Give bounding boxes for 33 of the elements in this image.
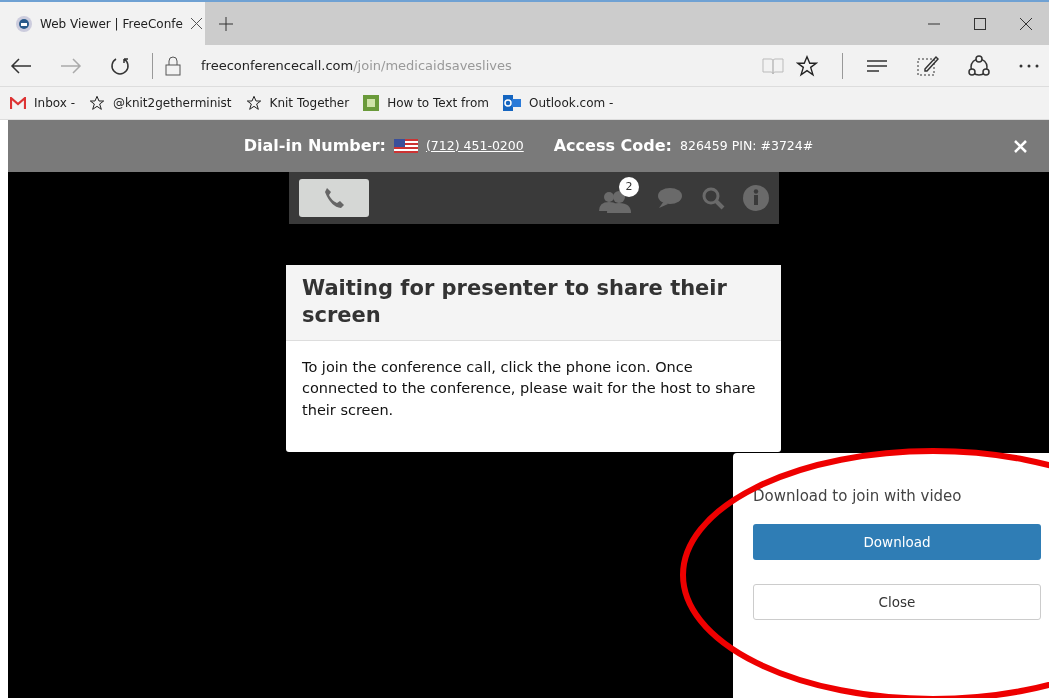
card-message: To join the conference call, click the phone icon. Once connected to the conference, please wait for the host to share their screen.	[301, 357, 757, 421]
refresh-icon[interactable]	[110, 55, 130, 76]
dial-in-label: Dial-in Number:	[243, 135, 386, 157]
bookmark-link[interactable]: @knit2getherminist	[89, 94, 232, 112]
menu-icon[interactable]	[867, 57, 889, 74]
participant-count-badge: 2	[619, 177, 639, 197]
tab-title: Web Viewer | FreeConfe	[40, 15, 183, 33]
mail-m-icon	[10, 97, 26, 109]
lock-icon	[165, 55, 181, 76]
bookmark-link[interactable]: Knit Together	[245, 94, 350, 112]
access-code-value: 826459 PIN: #3724#	[680, 136, 814, 155]
bookmark-link[interactable]: How to Text from	[363, 94, 490, 112]
pen-icon[interactable]	[917, 54, 939, 77]
star-icon[interactable]	[796, 54, 818, 77]
browser-tab[interactable]: Web Viewer | FreeConfe	[0, 2, 205, 45]
popup-message: Download to join with video	[753, 486, 963, 507]
back-icon[interactable]	[10, 56, 32, 75]
phone-icon	[322, 186, 346, 210]
phone-button[interactable]	[299, 179, 369, 217]
bookmark-link[interactable]: Outlook.com -	[503, 94, 614, 112]
close-button[interactable]: Close	[753, 583, 1041, 620]
bookmark-link[interactable]: Inbox -	[10, 94, 75, 112]
close-icon[interactable]	[190, 18, 202, 29]
envelope-icon	[503, 95, 522, 111]
card-title: Waiting for presenter to share their screen	[286, 265, 781, 341]
access-code-label: Access Code:	[553, 135, 672, 157]
more-icon[interactable]	[1019, 63, 1039, 68]
share-icon[interactable]	[967, 54, 991, 77]
download-button[interactable]: Download	[753, 523, 1041, 560]
dial-in-number-link[interactable]: (712) 451-0200	[425, 136, 524, 156]
flag-icon	[393, 139, 418, 153]
star-icon	[245, 95, 262, 111]
star-icon	[89, 95, 105, 111]
